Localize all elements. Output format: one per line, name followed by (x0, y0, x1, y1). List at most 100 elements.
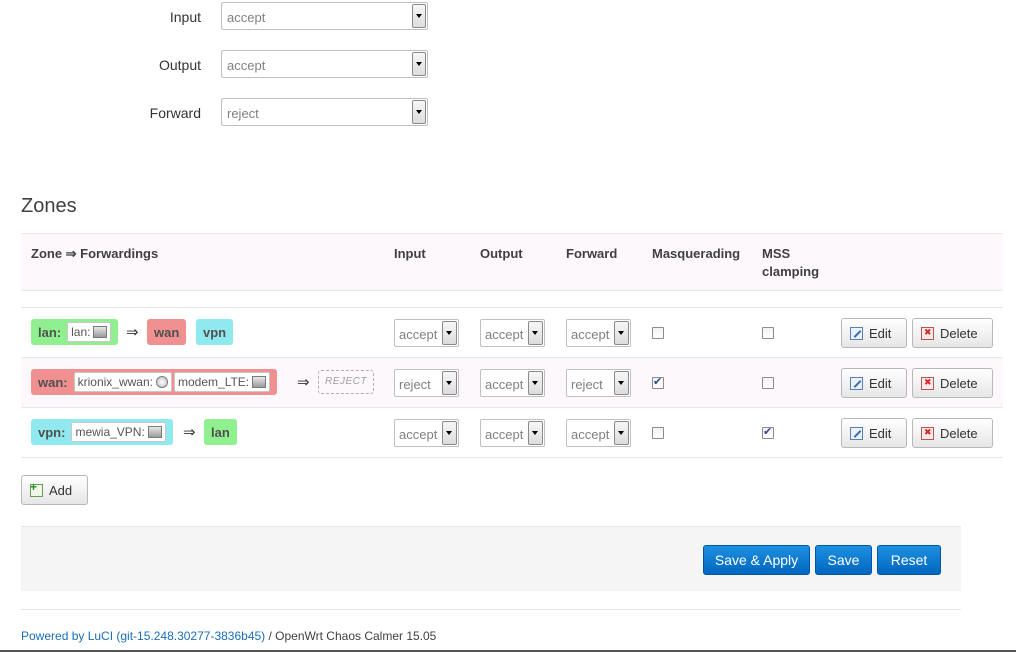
zone-badge-lan: lan (204, 419, 237, 445)
chevron-down-icon[interactable] (528, 421, 543, 445)
chevron-down-icon[interactable] (442, 321, 457, 345)
table-row: wan: krionix_wwan: modem_LTE: ⇒ REJECT r… (21, 358, 1003, 408)
zone-output-select[interactable]: accept (480, 319, 545, 347)
default-forward-select[interactable]: reject (221, 98, 428, 126)
network-name: lan: (71, 325, 91, 339)
network-chip: modem_LTE: (174, 372, 271, 392)
select-value: accept (571, 327, 610, 342)
table-row: vpn: mewia_VPN: ⇒ lan accept accept acce… (21, 408, 1003, 458)
add-icon (30, 480, 43, 497)
delete-label: Delete (940, 375, 978, 391)
chevron-down-icon[interactable] (442, 421, 457, 445)
select-value: accept (485, 327, 524, 342)
edit-icon (850, 376, 863, 390)
delete-button[interactable]: Delete (912, 368, 993, 398)
header-mss-clamping: MSS clamping (762, 246, 820, 279)
chevron-down-icon[interactable] (442, 371, 457, 395)
table-row: lan: lan: ⇒ wan vpn accept accept accept… (21, 308, 1003, 358)
zone-badge-vpn: vpn (196, 319, 234, 345)
network-chip: lan: (67, 322, 112, 342)
chevron-down-icon[interactable] (412, 4, 426, 28)
luci-link[interactable]: Powered by LuCI (git-15.248.30277-3836b4… (21, 629, 265, 643)
zone-name: wan: (38, 374, 68, 390)
default-input-value: accept (227, 10, 266, 25)
default-input-select[interactable]: accept (221, 2, 428, 30)
default-forward-label: Forward (149, 105, 201, 121)
zone-output-select[interactable]: accept (480, 369, 545, 397)
forward-arrow: ⇒ (297, 374, 310, 391)
footer-divider (21, 609, 961, 610)
delete-icon (921, 326, 934, 340)
header-zone: Zone ⇒ Forwardings (31, 246, 159, 261)
zone-badge-wan[interactable]: wan: krionix_wwan: modem_LTE: (31, 369, 278, 395)
chevron-down-icon[interactable] (528, 321, 543, 345)
zone-input-select[interactable]: accept (394, 319, 459, 347)
select-value: accept (399, 327, 438, 342)
zone-badge-vpn[interactable]: vpn: mewia_VPN: (31, 419, 173, 445)
network-chip: mewia_VPN: (71, 422, 166, 442)
mss-clamping-checkbox[interactable] (762, 425, 774, 439)
reset-button[interactable]: Reset (877, 545, 941, 575)
zone-input-select[interactable]: accept (394, 419, 459, 447)
zone-badge-wan: wan (147, 319, 187, 345)
zone-name: lan: (38, 324, 62, 340)
zone-forward-select[interactable]: accept (566, 319, 631, 347)
zone-input-select[interactable]: reject (394, 369, 459, 397)
forward-arrow: ⇒ (126, 324, 139, 341)
default-input-label: Input (169, 9, 201, 25)
zone-badge-lan[interactable]: lan: lan: (31, 319, 119, 345)
zone-name: vpn: (38, 424, 66, 440)
zone-forward-select[interactable]: accept (566, 419, 631, 447)
chevron-down-icon[interactable] (412, 52, 426, 76)
edit-button[interactable]: Edit (841, 318, 907, 348)
network-name: mewia_VPN: (75, 425, 145, 439)
zone-name: lan (211, 424, 230, 440)
chevron-down-icon[interactable] (614, 321, 629, 345)
select-value: accept (571, 427, 610, 442)
edit-icon (850, 426, 863, 440)
header-input: Input (394, 246, 426, 261)
select-value: reject (571, 377, 603, 392)
delete-label: Delete (940, 325, 978, 341)
save-button[interactable]: Save (815, 545, 872, 575)
mss-clamping-checkbox[interactable] (762, 327, 774, 339)
masquerading-checkbox[interactable] (652, 427, 664, 439)
select-value: accept (485, 377, 524, 392)
edit-button[interactable]: Edit (841, 418, 907, 448)
chevron-down-icon[interactable] (614, 371, 629, 395)
add-zone-button[interactable]: Add (21, 475, 88, 505)
delete-button[interactable]: Delete (912, 318, 993, 348)
save-apply-button[interactable]: Save & Apply (703, 545, 810, 575)
chevron-down-icon[interactable] (614, 421, 629, 445)
chevron-down-icon[interactable] (412, 100, 426, 124)
default-output-select[interactable]: accept (221, 50, 428, 78)
edit-icon (850, 326, 863, 340)
footer: Powered by LuCI (git-15.248.30277-3836b4… (21, 629, 436, 643)
masquerading-checkbox[interactable] (652, 375, 664, 389)
switch-icon (93, 326, 108, 338)
action-bar: Save & Apply Save Reset (21, 526, 961, 591)
select-value: reject (399, 377, 431, 392)
zones-heading: Zones (21, 195, 77, 217)
edit-button[interactable]: Edit (841, 368, 907, 398)
table-header: Zone ⇒ Forwardings Input Output Forward … (21, 233, 1003, 291)
masquerading-checkbox[interactable] (652, 327, 664, 339)
tunnel-icon (147, 426, 162, 438)
mss-clamping-checkbox[interactable] (762, 377, 774, 389)
chevron-down-icon[interactable] (528, 371, 543, 395)
delete-button[interactable]: Delete (912, 418, 993, 448)
zone-name: vpn (203, 324, 227, 340)
delete-icon (921, 426, 934, 440)
zone-name: wan (154, 324, 180, 340)
footer-version: / OpenWrt Chaos Calmer 15.05 (265, 629, 437, 643)
header-masquerading: Masquerading (652, 246, 741, 261)
network-name: krionix_wwan: (77, 375, 153, 389)
default-output-value: accept (227, 58, 266, 73)
header-output: Output (480, 246, 523, 261)
zone-forward-select[interactable]: reject (566, 369, 631, 397)
zone-output-select[interactable]: accept (480, 419, 545, 447)
default-forward-value: reject (227, 106, 259, 121)
edit-label: Edit (869, 375, 892, 391)
wireless-icon (156, 376, 168, 388)
default-output-label: Output (158, 57, 201, 73)
